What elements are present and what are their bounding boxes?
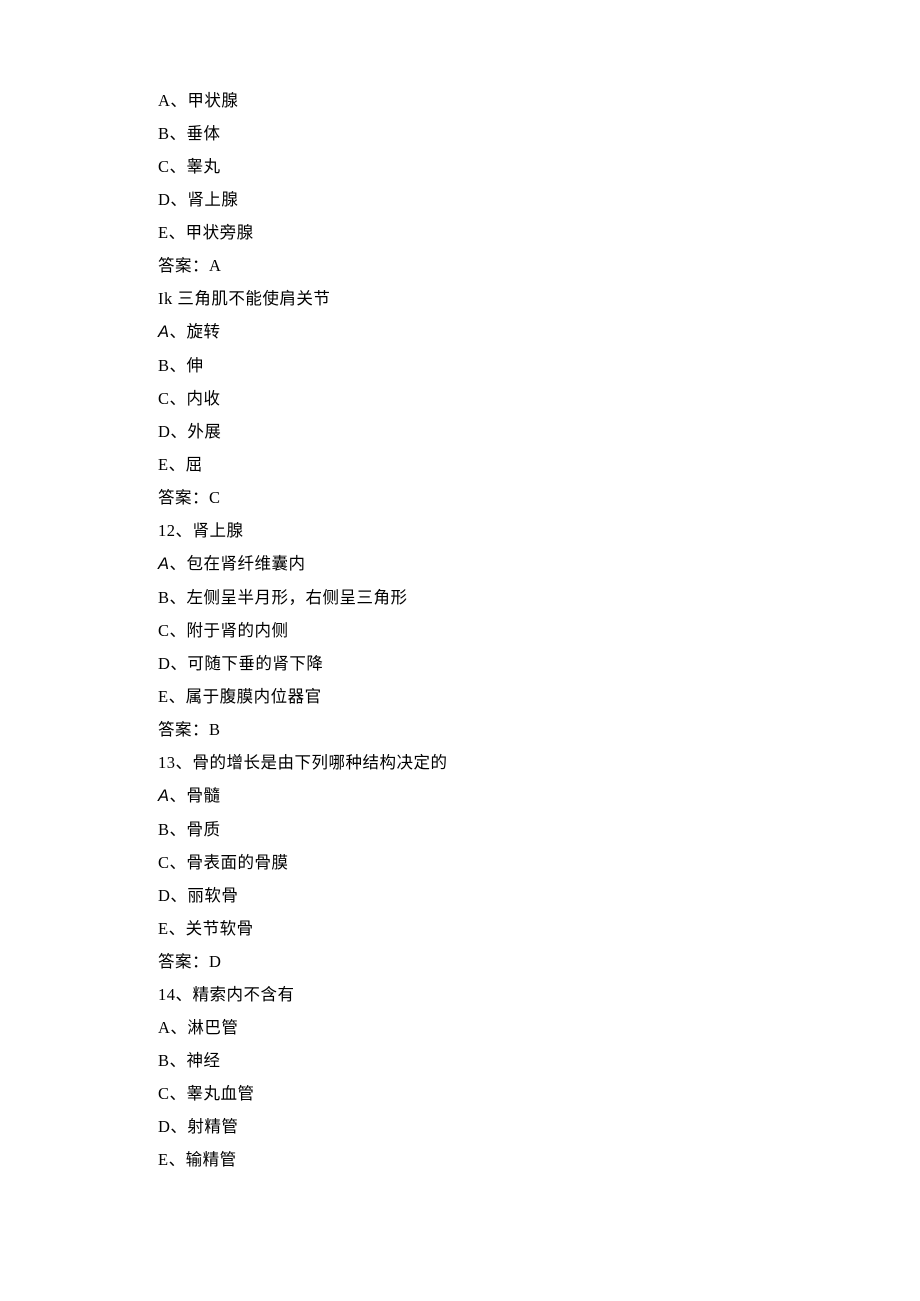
q12-stem: 12、肾上腺	[158, 514, 920, 547]
q14-option-d: D、射精管	[158, 1110, 920, 1143]
q12-option-e: E、属于腹膜内位器官	[158, 680, 920, 713]
q11-option-a-letter: A	[158, 323, 170, 341]
q12-answer: 答案：B	[158, 713, 920, 746]
q12-option-a: A、包在肾纤维囊内	[158, 547, 920, 581]
q12-option-c: C、附于肾的内侧	[158, 614, 920, 647]
q12-option-d: D、可随下垂的肾下降	[158, 647, 920, 680]
q11-option-d: D、外展	[158, 415, 920, 448]
q14-stem: 14、精索内不含有	[158, 978, 920, 1011]
q12-option-a-rest: 、包在肾纤维囊内	[170, 554, 306, 573]
document-page: A、甲状腺 B、垂体 C、睾丸 D、肾上腺 E、甲状旁腺 答案：A Ik 三角肌…	[0, 0, 920, 1256]
q10-option-e: E、甲状旁腺	[158, 216, 920, 249]
q12-option-b: B、左侧呈半月形，右侧呈三角形	[158, 581, 920, 614]
q13-stem: 13、骨的增长是由下列哪种结构决定的	[158, 746, 920, 779]
q13-option-b: B、骨质	[158, 813, 920, 846]
q10-answer: 答案：A	[158, 249, 920, 282]
q10-option-c: C、睾丸	[158, 150, 920, 183]
q10-option-a: A、甲状腺	[158, 84, 920, 117]
q14-option-e: E、输精管	[158, 1143, 920, 1176]
q11-answer: 答案：C	[158, 481, 920, 514]
q13-answer: 答案：D	[158, 945, 920, 978]
q13-option-a-rest: 、骨髓	[170, 786, 221, 805]
q14-option-a: A、淋巴管	[158, 1011, 920, 1044]
q11-option-c: C、内收	[158, 382, 920, 415]
q11-option-a: A、旋转	[158, 315, 920, 349]
q12-option-a-letter: A	[158, 555, 170, 573]
q10-option-d: D、肾上腺	[158, 183, 920, 216]
q13-option-a: A、骨髓	[158, 779, 920, 813]
q14-option-b: B、神经	[158, 1044, 920, 1077]
q13-option-a-letter: A	[158, 787, 170, 805]
q11-option-a-rest: 、旋转	[170, 322, 221, 341]
q13-option-d: D、丽软骨	[158, 879, 920, 912]
q11-option-e: E、屈	[158, 448, 920, 481]
q11-option-b: B、伸	[158, 349, 920, 382]
q14-option-c: C、睾丸血管	[158, 1077, 920, 1110]
q10-option-b: B、垂体	[158, 117, 920, 150]
q11-stem: Ik 三角肌不能使肩关节	[158, 282, 920, 315]
q13-option-c: C、骨表面的骨膜	[158, 846, 920, 879]
q13-option-e: E、关节软骨	[158, 912, 920, 945]
